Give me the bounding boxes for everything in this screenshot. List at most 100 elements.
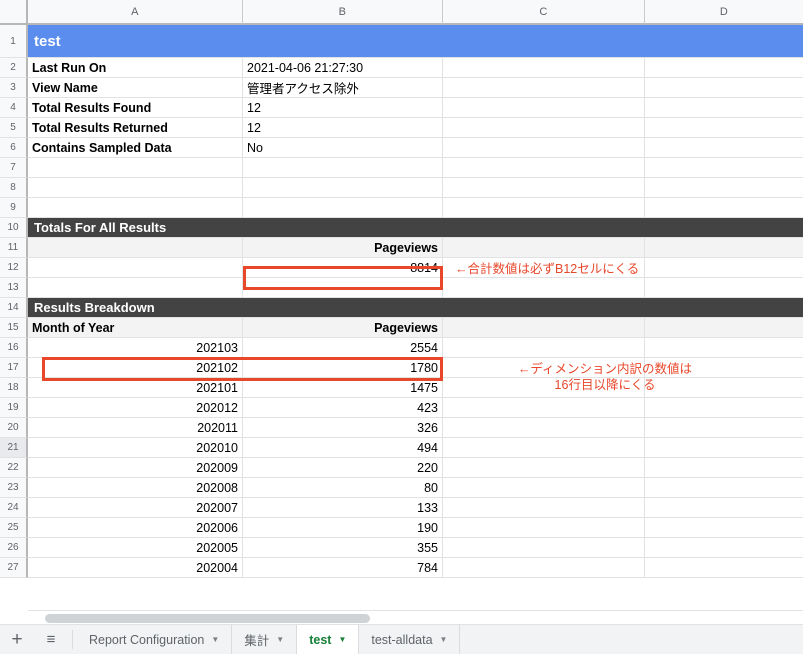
- cell-C12[interactable]: ←合計数値は必ずB12セルにくる: [443, 258, 645, 278]
- cell-C9[interactable]: [443, 198, 645, 218]
- add-sheet-button[interactable]: +: [0, 625, 34, 654]
- cell-A21[interactable]: 202010: [28, 438, 243, 458]
- banner-cell-a14[interactable]: Results Breakdown: [28, 298, 803, 318]
- cell-B22[interactable]: 220: [243, 458, 443, 478]
- row-header-24[interactable]: 24: [0, 498, 28, 518]
- cell-C27[interactable]: [443, 558, 645, 578]
- cell-B26[interactable]: 355: [243, 538, 443, 558]
- cell-A23[interactable]: 202008: [28, 478, 243, 498]
- cell-D22[interactable]: [645, 458, 803, 478]
- column-header-c[interactable]: C: [443, 0, 645, 25]
- row-header-13[interactable]: 13: [0, 278, 28, 298]
- row-header-21[interactable]: 21: [0, 438, 28, 458]
- cell-D5[interactable]: [645, 118, 803, 138]
- cell-B20[interactable]: 326: [243, 418, 443, 438]
- cell-D8[interactable]: [645, 178, 803, 198]
- cell-C18[interactable]: [443, 378, 645, 398]
- cell-D27[interactable]: [645, 558, 803, 578]
- cell-C23[interactable]: [443, 478, 645, 498]
- row-header-27[interactable]: 27: [0, 558, 28, 578]
- cell-B3[interactable]: 管理者アクセス除外: [243, 78, 443, 98]
- cell-D9[interactable]: [645, 198, 803, 218]
- cell-C22[interactable]: [443, 458, 645, 478]
- cell-D24[interactable]: [645, 498, 803, 518]
- cell-C8[interactable]: [443, 178, 645, 198]
- cell-D17[interactable]: [645, 358, 803, 378]
- banner-cell-a1[interactable]: test: [28, 25, 803, 58]
- chevron-down-icon[interactable]: ▼: [440, 635, 448, 644]
- row-header-9[interactable]: 9: [0, 198, 28, 218]
- cell-C21[interactable]: [443, 438, 645, 458]
- cell-B12[interactable]: 8814: [243, 258, 443, 278]
- row-header-8[interactable]: 8: [0, 178, 28, 198]
- cell-D6[interactable]: [645, 138, 803, 158]
- column-header-d[interactable]: D: [645, 0, 803, 25]
- cell-D25[interactable]: [645, 518, 803, 538]
- cell-B17[interactable]: 1780: [243, 358, 443, 378]
- column-header-a[interactable]: A: [28, 0, 243, 25]
- cell-A13[interactable]: [28, 278, 243, 298]
- cell-A20[interactable]: 202011: [28, 418, 243, 438]
- cell-A4[interactable]: Total Results Found: [28, 98, 243, 118]
- cell-D15[interactable]: [645, 318, 803, 338]
- row-header-19[interactable]: 19: [0, 398, 28, 418]
- banner-cell-a10[interactable]: Totals For All Results: [28, 218, 803, 238]
- row-header-23[interactable]: 23: [0, 478, 28, 498]
- row-header-3[interactable]: 3: [0, 78, 28, 98]
- row-header-4[interactable]: 4: [0, 98, 28, 118]
- row-header-2[interactable]: 2: [0, 58, 28, 78]
- sheet-tab-1[interactable]: 集計 ▼: [232, 625, 298, 654]
- cell-D3[interactable]: [645, 78, 803, 98]
- cell-A18[interactable]: 202101: [28, 378, 243, 398]
- cell-B6[interactable]: No: [243, 138, 443, 158]
- row-header-26[interactable]: 26: [0, 538, 28, 558]
- cell-A19[interactable]: 202012: [28, 398, 243, 418]
- cell-C2[interactable]: [443, 58, 645, 78]
- cell-D26[interactable]: [645, 538, 803, 558]
- cell-B9[interactable]: [243, 198, 443, 218]
- cell-D21[interactable]: [645, 438, 803, 458]
- cell-B27[interactable]: 784: [243, 558, 443, 578]
- row-header-15[interactable]: 15: [0, 318, 28, 338]
- row-header-10[interactable]: 10: [0, 218, 28, 238]
- cell-B19[interactable]: 423: [243, 398, 443, 418]
- cell-D4[interactable]: [645, 98, 803, 118]
- cell-D11[interactable]: [645, 238, 803, 258]
- horizontal-scrollbar-track[interactable]: [28, 610, 803, 624]
- chevron-down-icon[interactable]: ▼: [276, 635, 284, 644]
- row-header-12[interactable]: 12: [0, 258, 28, 278]
- cell-C7[interactable]: [443, 158, 645, 178]
- cell-C6[interactable]: [443, 138, 645, 158]
- cell-A27[interactable]: 202004: [28, 558, 243, 578]
- cell-B15[interactable]: Pageviews: [243, 318, 443, 338]
- row-header-11[interactable]: 11: [0, 238, 28, 258]
- column-header-b[interactable]: B: [243, 0, 443, 25]
- cell-C3[interactable]: [443, 78, 645, 98]
- cell-D20[interactable]: [645, 418, 803, 438]
- cell-B13[interactable]: [243, 278, 443, 298]
- cell-D16[interactable]: [645, 338, 803, 358]
- cell-C11[interactable]: [443, 238, 645, 258]
- cell-D7[interactable]: [645, 158, 803, 178]
- cell-A17[interactable]: 202102: [28, 358, 243, 378]
- sheet-tab-0[interactable]: Report Configuration ▼: [77, 625, 233, 654]
- all-sheets-button[interactable]: ≡: [34, 625, 68, 654]
- row-header-1[interactable]: 1: [0, 25, 28, 58]
- cell-A2[interactable]: Last Run On: [28, 58, 243, 78]
- cell-C25[interactable]: [443, 518, 645, 538]
- cell-A7[interactable]: [28, 158, 243, 178]
- row-header-22[interactable]: 22: [0, 458, 28, 478]
- row-header-17[interactable]: 17: [0, 358, 28, 378]
- row-header-5[interactable]: 5: [0, 118, 28, 138]
- cell-A22[interactable]: 202009: [28, 458, 243, 478]
- cell-B2[interactable]: 2021-04-06 21:27:30: [243, 58, 443, 78]
- cell-A16[interactable]: 202103: [28, 338, 243, 358]
- cell-A3[interactable]: View Name: [28, 78, 243, 98]
- cell-A25[interactable]: 202006: [28, 518, 243, 538]
- row-header-18[interactable]: 18: [0, 378, 28, 398]
- horizontal-scrollbar-thumb[interactable]: [45, 614, 370, 623]
- cell-B4[interactable]: 12: [243, 98, 443, 118]
- cell-C15[interactable]: [443, 318, 645, 338]
- cell-D19[interactable]: [645, 398, 803, 418]
- cell-B8[interactable]: [243, 178, 443, 198]
